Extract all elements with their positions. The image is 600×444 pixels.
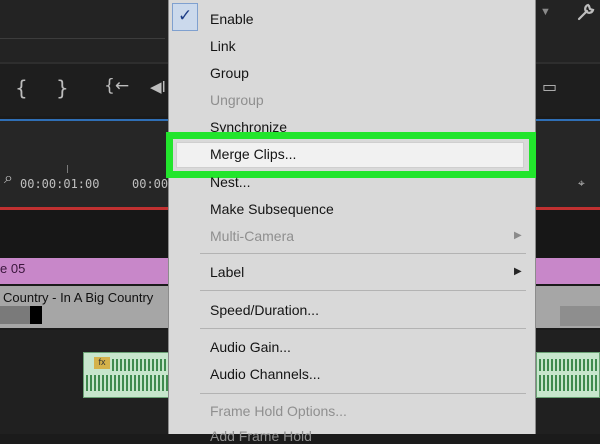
menu-separator <box>200 328 526 329</box>
menu-separator <box>200 290 526 291</box>
checkmark-icon: ✓ <box>178 6 193 26</box>
audio-waveform <box>539 359 599 371</box>
ruler-timecode-right: 00:00 <box>132 177 169 191</box>
audio-clip[interactable]: fx <box>83 352 169 398</box>
step-back-icon[interactable]: ◀I <box>150 78 166 96</box>
menu-item-audio-channels[interactable]: Audio Channels... <box>210 366 321 382</box>
submenu-arrow-icon: ▶ <box>514 230 522 241</box>
menu-item-merge-clips[interactable]: Merge Clips... <box>210 146 296 162</box>
menu-item-ungroup[interactable]: Ungroup <box>210 92 264 108</box>
menu-item-audio-gain[interactable]: Audio Gain... <box>210 339 291 355</box>
audio-waveform <box>112 359 168 371</box>
ruler-marker-icon: ⌖ <box>578 176 585 190</box>
wrench-icon[interactable] <box>576 2 596 22</box>
menu-item-multi-camera[interactable]: Multi-Camera <box>210 228 294 244</box>
menu-item-nest[interactable]: Nest... <box>210 174 250 190</box>
clip-thumbnail-gap <box>30 306 42 324</box>
marker-icon[interactable]: ⌕ <box>4 168 13 188</box>
menu-item-label[interactable]: Label <box>210 264 244 280</box>
panel-divider <box>0 38 165 39</box>
menu-item-speed-duration[interactable]: Speed/Duration... <box>210 302 319 318</box>
export-frame-icon[interactable]: ▭ <box>542 77 557 96</box>
menu-item-add-frame-hold[interactable]: Add Frame Hold <box>210 428 312 444</box>
menu-separator <box>200 393 526 394</box>
menu-item-frame-hold-options[interactable]: Frame Hold Options... <box>210 403 347 419</box>
audio-waveform <box>539 375 599 391</box>
in-point-icon[interactable]: { <box>15 76 28 100</box>
go-to-in-icon[interactable]: {← <box>104 76 129 96</box>
menu-item-group[interactable]: Group <box>210 65 249 81</box>
dropdown-chevron-icon[interactable]: ▼ <box>540 6 562 24</box>
menu-separator <box>200 253 526 254</box>
menu-item-link[interactable]: Link <box>210 38 236 54</box>
out-point-icon[interactable]: } <box>56 76 69 100</box>
adjustment-clip-label: e 05 <box>0 261 26 276</box>
video-clip-label: Country - In A Big Country <box>3 290 154 305</box>
ruler-tick <box>67 165 68 173</box>
clip-thumbnail <box>0 306 30 324</box>
submenu-arrow-icon: ▶ <box>514 266 522 277</box>
menu-item-enable[interactable]: Enable <box>210 11 254 27</box>
audio-clip-continuation[interactable] <box>536 352 600 398</box>
ruler-timecode-left: 00:00:01:00 <box>20 177 100 191</box>
audio-waveform <box>86 375 168 391</box>
clip-thumbnail-right <box>560 306 600 326</box>
fx-badge-icon: fx <box>94 357 110 369</box>
menu-item-make-subsequence[interactable]: Make Subsequence <box>210 201 334 217</box>
